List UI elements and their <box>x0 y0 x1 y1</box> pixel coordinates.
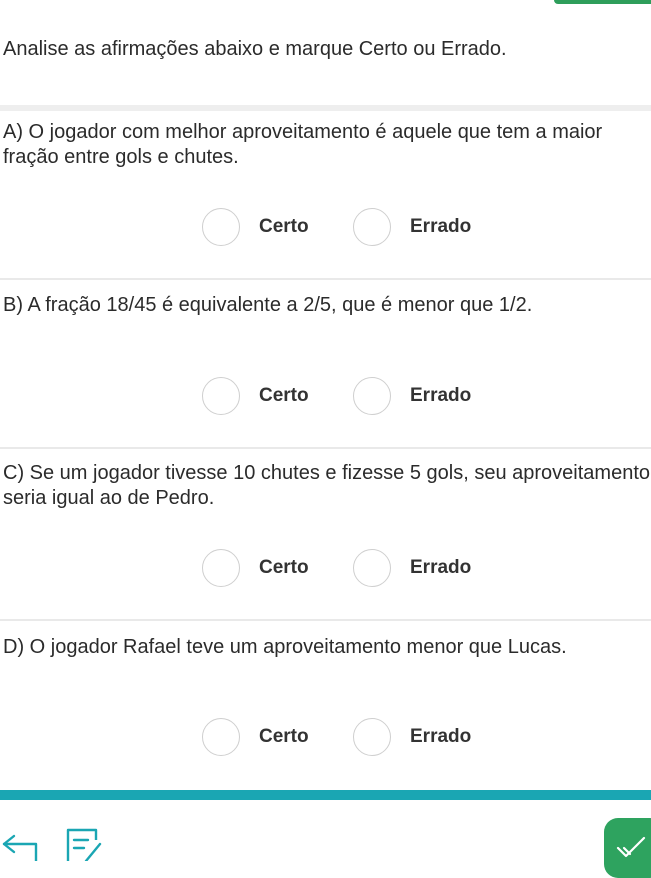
instruction-text: Analise as afirmações abaixo e marque Ce… <box>3 38 507 60</box>
question-divider <box>0 619 651 621</box>
radio-button[interactable] <box>202 208 240 246</box>
radio-button[interactable] <box>202 377 240 415</box>
option-certo-b[interactable]: Certo <box>202 377 309 415</box>
option-label: Certo <box>259 385 309 406</box>
option-errado-b[interactable]: Errado <box>353 377 471 415</box>
radio-button[interactable] <box>202 718 240 756</box>
question-divider <box>0 278 651 280</box>
option-label: Certo <box>259 557 309 578</box>
question-text: A) O jogador com melhor aproveitamento é… <box>3 121 603 168</box>
radio-button[interactable] <box>353 377 391 415</box>
question-d: D) O jogador Rafael teve um aproveitamen… <box>0 635 651 785</box>
option-label: Errado <box>410 216 472 237</box>
section-divider <box>0 105 651 111</box>
question-text: C) Se um jogador tivesse 10 chutes e fiz… <box>3 462 651 509</box>
radio-button[interactable] <box>353 549 391 587</box>
option-label: Certo <box>259 726 309 747</box>
question-a: A) O jogador com melhor aproveitamento é… <box>0 120 651 280</box>
question-b: B) A fração 18/45 é equivalente a 2/5, q… <box>0 293 651 448</box>
question-text: B) A fração 18/45 é equivalente a 2/5, q… <box>3 294 533 316</box>
option-certo-c[interactable]: Certo <box>202 549 309 587</box>
option-errado-a[interactable]: Errado <box>353 208 471 246</box>
option-label: Errado <box>410 726 472 747</box>
top-progress-indicator <box>554 0 651 4</box>
option-errado-c[interactable]: Errado <box>353 549 471 587</box>
option-certo-a[interactable]: Certo <box>202 208 309 246</box>
option-errado-d[interactable]: Errado <box>353 718 471 756</box>
notes-edit-icon[interactable] <box>66 828 106 861</box>
question-text: D) O jogador Rafael teve um aproveitamen… <box>3 636 567 658</box>
confirm-button[interactable] <box>604 818 651 878</box>
question-c: C) Se um jogador tivesse 10 chutes e fiz… <box>0 461 651 619</box>
option-certo-d[interactable]: Certo <box>202 718 309 756</box>
option-label: Errado <box>410 385 472 406</box>
option-label: Errado <box>410 557 472 578</box>
footer-accent-bar <box>0 790 651 800</box>
back-arrow-icon[interactable] <box>0 832 44 861</box>
option-label: Certo <box>259 216 309 237</box>
checkmark-icon <box>616 836 646 858</box>
radio-button[interactable] <box>353 718 391 756</box>
radio-button[interactable] <box>202 549 240 587</box>
radio-button[interactable] <box>353 208 391 246</box>
question-divider <box>0 447 651 449</box>
